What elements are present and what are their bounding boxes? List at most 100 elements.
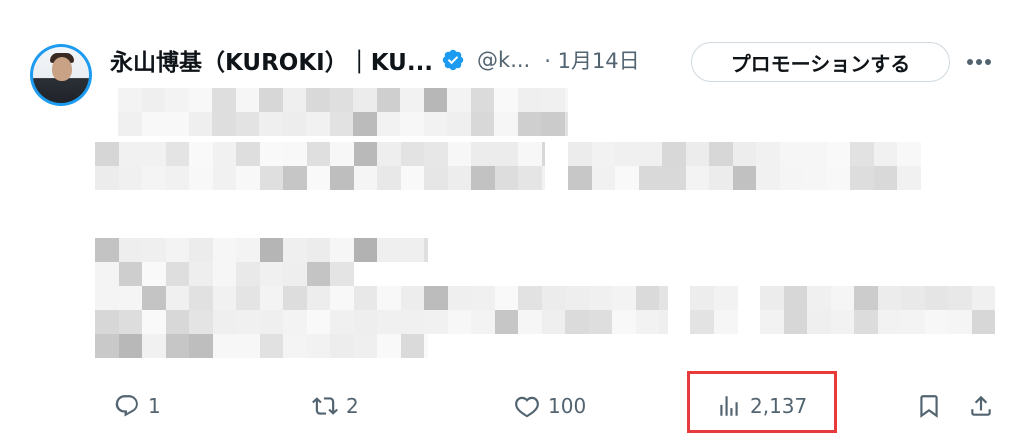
blur-pixel xyxy=(612,310,636,334)
blur-pixel xyxy=(807,286,831,310)
blur-pixel xyxy=(517,112,542,136)
blur-pixel xyxy=(873,142,898,166)
blur-pixel xyxy=(564,88,568,112)
blur-pixel xyxy=(306,334,331,358)
blur-pixel xyxy=(541,286,566,310)
blur-pixel xyxy=(95,286,119,310)
retweet-count: 2 xyxy=(346,394,359,418)
blur-pixel xyxy=(494,310,519,334)
blur-pixel xyxy=(236,262,260,286)
blur-pixel xyxy=(330,262,354,286)
blur-pixel xyxy=(142,238,166,262)
blur-pixel xyxy=(212,262,237,286)
like-count: 100 xyxy=(548,394,587,418)
blur-pixel xyxy=(118,310,143,334)
blur-pixel xyxy=(830,286,855,310)
blur-pixel xyxy=(118,112,142,136)
blur-pixel xyxy=(95,310,119,334)
blur-pixel xyxy=(165,238,190,262)
blur-pixel xyxy=(306,88,330,112)
blur-pixel xyxy=(612,286,636,310)
blur-pixel xyxy=(212,238,237,262)
blur-pixel xyxy=(306,262,331,286)
blur-pixel xyxy=(118,166,143,190)
blur-pixel xyxy=(400,112,424,136)
blur-pixel xyxy=(95,142,119,166)
blur-pixel xyxy=(283,334,307,358)
blur-pixel xyxy=(807,310,831,334)
blur-pixel xyxy=(447,310,472,334)
blur-pixel xyxy=(471,310,495,334)
blur-pixel xyxy=(423,88,448,112)
blur-pixel xyxy=(283,142,307,166)
blur-pixel xyxy=(588,286,613,310)
blur-pixel xyxy=(189,334,213,358)
blur-pixel xyxy=(948,286,972,310)
blur-pixel xyxy=(118,286,143,310)
blur-pixel xyxy=(329,88,354,112)
blur-pixel xyxy=(713,286,738,310)
blur-pixel xyxy=(165,334,190,358)
blur-pixel xyxy=(259,88,283,112)
blur-pixel xyxy=(353,334,378,358)
blur-pixel xyxy=(400,238,425,262)
blur-pixel xyxy=(803,166,827,190)
reply-button[interactable]: 1 xyxy=(114,388,161,424)
blur-pixel xyxy=(565,310,589,334)
blur-pixel xyxy=(118,142,143,166)
blur-pixel xyxy=(685,142,710,166)
blur-pixel xyxy=(259,142,284,166)
blur-pixel xyxy=(142,286,166,310)
blur-pixel xyxy=(283,166,307,190)
blur-pixel xyxy=(376,112,401,136)
blur-pixel xyxy=(659,310,668,334)
retweet-icon xyxy=(312,397,338,415)
blur-pixel xyxy=(189,238,213,262)
blur-pixel xyxy=(118,88,142,112)
blur-pixel xyxy=(494,112,518,136)
blur-pixel xyxy=(541,166,545,190)
blur-pixel xyxy=(212,112,236,136)
blur-pixel xyxy=(283,310,307,334)
blur-pixel xyxy=(353,166,378,190)
blur-pixel xyxy=(353,310,378,334)
blur-pixel xyxy=(779,166,804,190)
blur-pixel xyxy=(95,334,119,358)
blur-pixel xyxy=(306,310,331,334)
blur-pixel xyxy=(591,142,616,166)
retweet-button[interactable]: 2 xyxy=(312,388,359,424)
blur-pixel xyxy=(165,166,190,190)
blur-pixel xyxy=(306,112,330,136)
share-icon xyxy=(971,395,991,416)
blur-pixel xyxy=(189,166,213,190)
blur-pixel xyxy=(400,166,425,190)
views-highlight-box xyxy=(687,371,837,433)
blur-pixel xyxy=(826,166,851,190)
blur-pixel xyxy=(330,286,354,310)
blur-pixel xyxy=(283,262,307,286)
blur-pixel xyxy=(756,166,780,190)
like-button[interactable]: 100 xyxy=(514,388,586,424)
blur-pixel xyxy=(400,334,425,358)
bookmark-button[interactable] xyxy=(916,388,942,424)
blur-pixel xyxy=(353,112,377,136)
blur-pixel xyxy=(873,166,898,190)
blur-pixel xyxy=(638,166,663,190)
blur-pixel xyxy=(447,166,472,190)
blur-pixel xyxy=(732,166,757,190)
blur-pixel xyxy=(494,286,519,310)
blur-pixel xyxy=(142,334,166,358)
blur-pixel xyxy=(518,166,542,190)
blur-pixel xyxy=(713,310,738,334)
blur-pixel xyxy=(732,142,757,166)
blur-pixel xyxy=(971,310,995,334)
blur-pixel xyxy=(142,166,166,190)
blur-pixel xyxy=(494,88,518,112)
blur-pixel xyxy=(897,166,921,190)
blur-pixel xyxy=(518,286,542,310)
blur-pixel xyxy=(212,310,237,334)
share-button[interactable] xyxy=(968,388,994,424)
blur-pixel xyxy=(850,166,874,190)
blur-pixel xyxy=(541,88,565,112)
blur-pixel xyxy=(779,142,804,166)
